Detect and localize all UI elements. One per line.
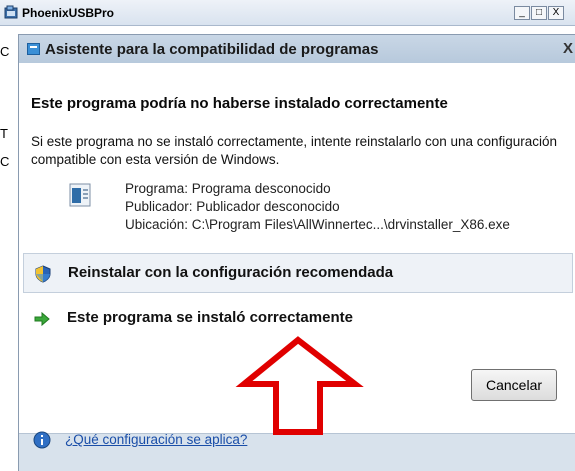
installed-correctly-option-label: Este programa se instaló correctamente [67, 309, 353, 326]
program-name: Programa: Programa desconocido [125, 181, 331, 196]
dialog-close-button[interactable]: X [563, 40, 573, 57]
info-text: Si este programa no se instaló correctam… [31, 134, 558, 167]
settings-help-link[interactable]: ¿Qué configuración se aplica? [65, 432, 247, 447]
info-icon [33, 431, 51, 449]
window-icon [27, 43, 40, 55]
background-text-fragment: T [0, 126, 8, 141]
dialog-title: Asistente para la compatibilidad de prog… [45, 41, 379, 58]
reinstall-option-label: Reinstalar con la configuración recomend… [68, 264, 394, 281]
shield-icon [35, 265, 51, 283]
program-location: Ubicación: C:\Program Files\AllWinnertec… [125, 217, 510, 232]
background-text-fragment: C [0, 44, 10, 59]
program-publisher: Publicador: Publicador desconocido [125, 199, 340, 214]
compatibility-dialog: Asistente para la compatibilidad de prog… [18, 34, 575, 471]
program-icon [69, 183, 91, 207]
background-window-title: PhoenixUSBPro [22, 6, 115, 20]
maximize-button[interactable]: □ [531, 6, 547, 20]
dialog-heading: Este programa podría no haberse instalad… [31, 95, 448, 112]
app-icon [4, 5, 18, 19]
reinstall-recommended-option[interactable]: Reinstalar con la configuración recomend… [23, 253, 573, 293]
background-text-fragment: C [0, 154, 10, 169]
program-info-box: Si este programa no se instaló correctam… [29, 127, 575, 241]
dialog-titlebar: Asistente para la compatibilidad de prog… [19, 35, 575, 63]
green-arrow-icon [34, 311, 50, 327]
close-button[interactable]: X [548, 6, 564, 20]
minimize-button[interactable]: _ [514, 6, 530, 20]
cancel-button[interactable]: Cancelar [471, 369, 557, 401]
program-installed-correctly-option[interactable]: Este programa se instaló correctamente [23, 299, 573, 339]
background-titlebar: PhoenixUSBPro _ □ X [0, 0, 575, 26]
